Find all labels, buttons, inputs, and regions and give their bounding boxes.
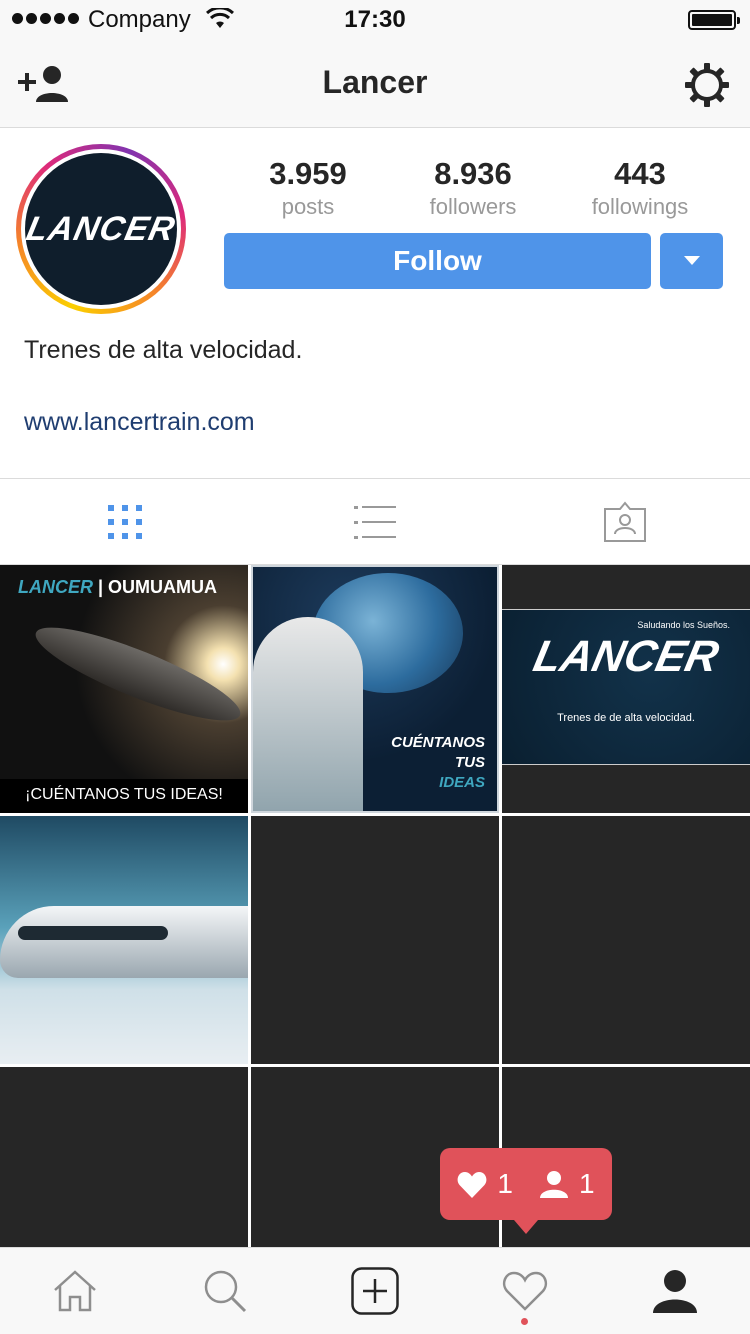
post-thumbnail-oumuamua[interactable]: LANCER | OUMUAMUA ¡CUÉNTANOS TUS IDEAS!: [0, 565, 248, 813]
asteroid-image: [27, 611, 248, 737]
activity-heart-icon: [502, 1271, 548, 1311]
avatar-logo-text: LANCER: [23, 209, 179, 248]
bottom-tab-bar: [0, 1247, 750, 1334]
activity-indicator-dot: [521, 1318, 528, 1325]
follows-count: 1: [579, 1168, 595, 1199]
tab-activity[interactable]: [450, 1248, 600, 1334]
tab-home[interactable]: [0, 1248, 150, 1334]
posts-grid: LANCER | OUMUAMUA ¡CUÉNTANOS TUS IDEAS! …: [0, 565, 750, 1247]
post-thumbnail-empty[interactable]: [502, 816, 750, 1064]
grid-icon: [108, 505, 142, 539]
settings-button[interactable]: [684, 62, 730, 108]
post-line-3: IDEAS: [439, 774, 485, 791]
list-icon: [354, 506, 396, 539]
followers-count: 8.936: [434, 156, 512, 191]
search-icon: [204, 1270, 247, 1313]
post-thumbnail-empty[interactable]: [251, 816, 499, 1064]
status-bar: Company 17:30: [0, 0, 750, 40]
person-icon: [540, 1171, 568, 1198]
tagged-icon: [604, 501, 646, 542]
profile-icon: [653, 1270, 697, 1313]
add-post-icon: [351, 1267, 399, 1315]
post-subtitle: Trenes de de alta velocidad.: [557, 712, 695, 724]
avatar: LANCER: [23, 153, 179, 305]
home-icon: [54, 1270, 96, 1312]
page-title: Lancer: [322, 64, 428, 100]
train-image: [0, 906, 248, 978]
post-tagline: Saludando los Sueños.: [637, 620, 730, 630]
tab-grid-view[interactable]: [0, 479, 250, 565]
post-thumbnail-lancer-banner[interactable]: Saludando los Sueños. LANCER Trenes de d…: [502, 565, 750, 813]
activity-notification[interactable]: 1 1: [440, 1148, 612, 1234]
post-brand: LANCER: [18, 577, 93, 597]
followings-label: followings: [591, 194, 689, 219]
tab-list-view[interactable]: [250, 479, 500, 565]
stat-followers[interactable]: 8.936 followers: [398, 156, 548, 220]
tab-tagged-view[interactable]: [500, 479, 750, 565]
nav-bar: Lancer: [0, 40, 750, 128]
followers-label: followers: [429, 194, 517, 219]
post-thumbnail-astronaut[interactable]: CUÉNTANOS TUS IDEAS: [251, 565, 499, 813]
profile-bio: Trenes de alta velocidad.: [24, 336, 303, 364]
profile-website-link[interactable]: www.lancertrain.com: [24, 408, 255, 437]
tab-profile[interactable]: [600, 1248, 750, 1334]
follow-button[interactable]: Follow: [224, 233, 651, 289]
likes-count: 1: [497, 1168, 513, 1199]
stat-followings[interactable]: 443 followings: [565, 156, 715, 220]
tab-search[interactable]: [150, 1248, 300, 1334]
posts-count: 3.959: [269, 156, 347, 191]
followings-count: 443: [614, 156, 666, 191]
post-thumbnail-empty[interactable]: [0, 1067, 248, 1247]
tab-add-post[interactable]: [300, 1248, 450, 1334]
stat-posts[interactable]: 3.959 posts: [233, 156, 383, 220]
post-line-1: CUÉNTANOS: [391, 734, 485, 751]
clock: 17:30: [344, 6, 406, 33]
profile-view-tabs: [0, 478, 750, 565]
astronaut-image: [253, 617, 363, 811]
post-thumbnail-train-station[interactable]: [0, 816, 248, 1064]
gear-icon: [685, 63, 729, 107]
battery-icon: [688, 10, 740, 30]
post-title: OUMUAMUA: [108, 577, 218, 597]
suggestions-dropdown-button[interactable]: [660, 233, 723, 289]
avatar-story-ring[interactable]: LANCER: [16, 144, 186, 314]
post-caption: ¡CUÉNTANOS TUS IDEAS!: [0, 779, 248, 813]
posts-label: posts: [281, 194, 335, 219]
post-logo: LANCER: [529, 632, 723, 681]
caret-down-icon: [683, 256, 700, 265]
post-line-2: TUS: [455, 754, 485, 771]
heart-icon: [458, 1171, 487, 1198]
